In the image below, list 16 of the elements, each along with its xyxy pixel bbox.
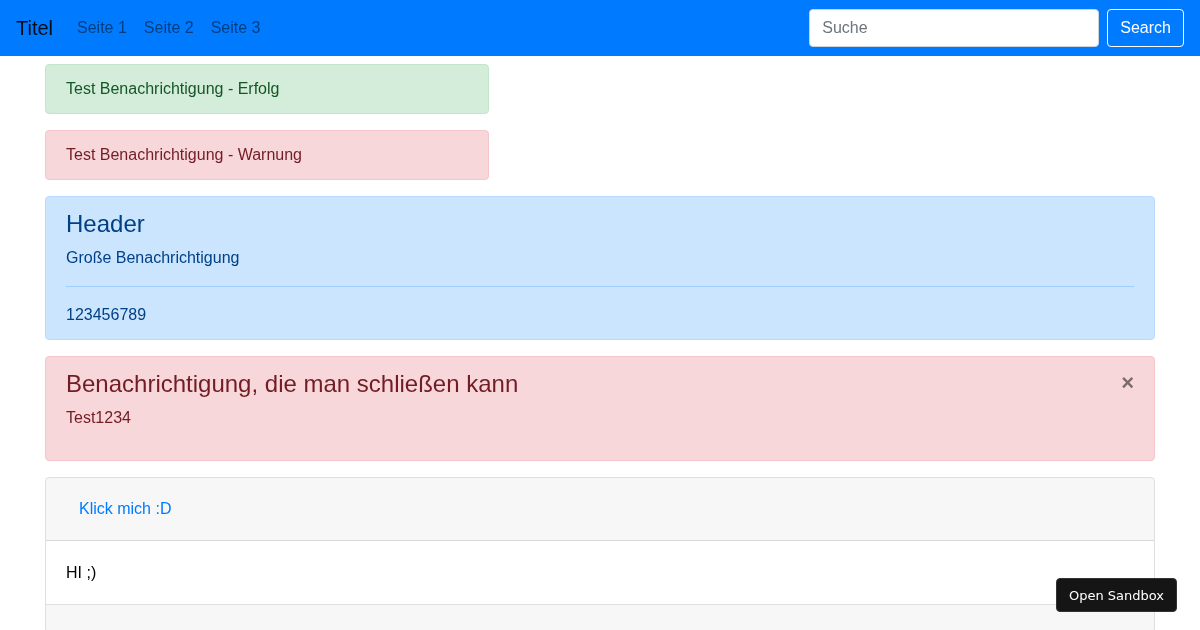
accordion-toggle[interactable]: Klick mich :D — [79, 500, 172, 518]
open-sandbox-button[interactable]: Open Sandbox — [1055, 578, 1177, 612]
brand-link[interactable]: Titel — [16, 16, 54, 40]
close-button[interactable]: × — [1121, 371, 1134, 395]
alert-text: 123456789 — [66, 305, 148, 325]
search-field[interactable]: Suche — [809, 9, 1100, 47]
alert-text: Test Benachrichtigung - Warnung — [66, 145, 303, 165]
nav-link[interactable]: Seite 1 — [77, 19, 127, 37]
alert-heading: Header — [66, 209, 146, 238]
nav-link[interactable]: Seite 2 — [143, 19, 194, 37]
alert-text: Große Benachrichtigung — [66, 248, 241, 268]
search-button[interactable]: Search — [1107, 9, 1184, 47]
nav-link[interactable]: Seite 3 — [210, 19, 261, 37]
alert-text: Test Benachrichtigung - Erfolg — [66, 79, 281, 99]
alert-text: Test1234 — [66, 408, 132, 428]
alert-heading: Benachrichtigung, die man schließen kann — [66, 369, 520, 398]
